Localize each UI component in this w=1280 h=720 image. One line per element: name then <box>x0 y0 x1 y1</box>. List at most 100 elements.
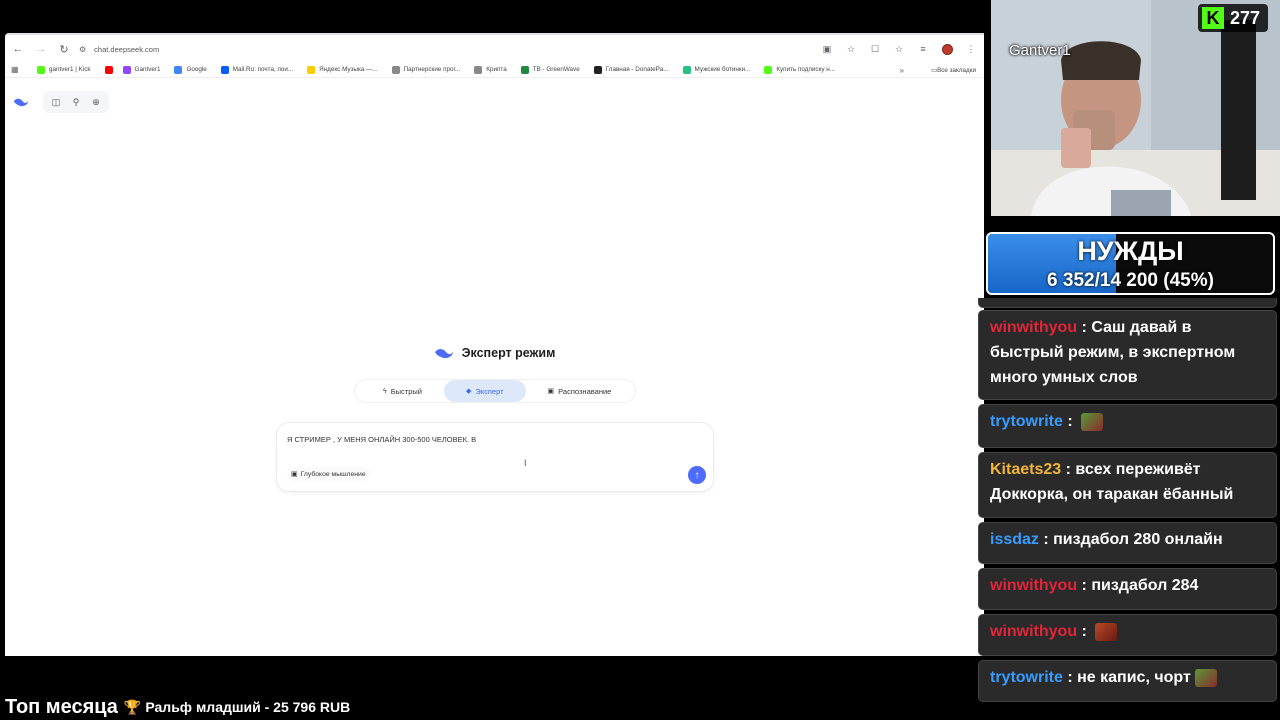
chat-feed: winwithyou : Саш давай в быстрый режим, … <box>978 298 1280 720</box>
ticker-title: Топ месяца <box>5 695 118 718</box>
deepseek-toolbar: ◫ ⚲ ⊕ <box>13 91 109 113</box>
bookmark-item[interactable]: Mail.Ru: почта, пои... <box>220 65 293 74</box>
tab-strip <box>5 33 984 35</box>
mode-selector: ϟ Быстрый ◆ Эксперт ▣ Распознавание <box>354 379 636 403</box>
bookmark-favicon-icon <box>520 65 529 74</box>
all-bookmarks-button[interactable]: ▭ Все закладки <box>931 62 976 78</box>
bookmark-star-icon[interactable]: ☆ <box>842 40 860 58</box>
chat-username[interactable]: Kitaets23 <box>990 461 1061 478</box>
bookmark-label: gantver1 | Kick <box>49 66 91 73</box>
chat-message-partial <box>978 298 1277 308</box>
bookmark-favicon-icon <box>593 65 602 74</box>
chat-message: issdaz : пиздабол 280 онлайн <box>978 522 1277 564</box>
chat-username[interactable]: trytowrite <box>990 413 1063 430</box>
site-info-icon[interactable]: ⚙ <box>79 45 86 54</box>
bookmark-item[interactable]: Главная - DonatePa... <box>593 65 669 74</box>
bookmark-label: Крипта <box>486 66 507 73</box>
extensions-icon[interactable]: ☐ <box>866 40 884 58</box>
chat-composer[interactable]: Я СТРИМЕР , У МЕНЯ ОНЛАЙН 300-500 ЧЕЛОВЕ… <box>277 423 713 491</box>
back-icon[interactable]: ← <box>8 39 28 59</box>
chat-message: Kitaets23 : всех переживёт Доккорка, он … <box>978 452 1277 518</box>
bookmark-favicon-icon <box>220 65 229 74</box>
bookmark-item[interactable]: Партнерские прог... <box>391 65 461 74</box>
deep-thinking-button[interactable]: ▣ Глубокое мышление <box>287 467 370 481</box>
bookmark-label: Купить подписку н... <box>776 66 835 73</box>
webcam-overlay: Gantver1 K 277 <box>991 0 1280 216</box>
chat-separator: : <box>1038 531 1054 548</box>
bookmark-favicon-icon <box>307 65 316 74</box>
bookmark-item[interactable]: Google <box>174 65 207 74</box>
mode-recognition-button[interactable]: ▣ Распознавание <box>526 380 634 402</box>
bookmark-favicon-icon <box>37 65 45 74</box>
bookmark-item[interactable] <box>104 65 117 74</box>
reload-icon[interactable]: ↻ <box>54 39 74 59</box>
all-bookmarks-label: Все закладки <box>937 66 976 74</box>
bookmark-favicon-icon <box>391 65 400 74</box>
chat-username[interactable]: winwithyou <box>990 319 1077 336</box>
bookmark-label: TB - GreenWave <box>532 66 580 73</box>
face-emote-icon <box>1095 622 1118 641</box>
pepe-emote-icon <box>1081 412 1104 431</box>
viewer-badge: K 277 <box>1197 4 1268 32</box>
address-bar[interactable]: ⚙ chat.deepseek.com <box>73 39 873 59</box>
chat-message: winwithyou : пиздабол 284 <box>978 568 1277 610</box>
profile-avatar[interactable] <box>938 40 956 58</box>
mode-label: Эксперт <box>475 386 504 396</box>
chat-separator: : <box>1077 577 1092 594</box>
mode-fast-button[interactable]: ϟ Быстрый <box>361 380 444 402</box>
chat-separator: : <box>1062 413 1078 430</box>
install-icon[interactable]: ▣ <box>818 40 836 58</box>
media-icon[interactable]: ≡ <box>914 40 932 58</box>
viewer-count: 277 <box>1229 7 1260 28</box>
bookmarks-bar: ▦ gantver1 | Kick Gantver1 Google Mail.Ru: … <box>5 62 984 78</box>
chat-username[interactable]: winwithyou <box>990 577 1077 594</box>
chat-username[interactable]: winwithyou <box>990 623 1077 640</box>
stream-screen: ← → ↻ ⚙ chat.deepseek.com ▣ ☆ ☐ ☆ ≡ ⋮ ▦ … <box>0 0 1280 720</box>
chat-message: trytowrite : не капис, чорт <box>978 660 1277 702</box>
new-chat-icon[interactable]: ⊕ <box>87 93 105 111</box>
bookmark-item[interactable]: Gantver1 <box>122 65 160 74</box>
apps-icon[interactable]: ▦ <box>11 65 25 74</box>
mode-expert-button[interactable]: ◆ Эксперт <box>443 380 526 402</box>
sidebar-toggle-icon[interactable]: ◫ <box>47 93 65 111</box>
bookmark-item[interactable]: Купить подписку н... <box>764 65 835 74</box>
bookmark-favicon-icon <box>122 65 131 74</box>
ticker-text: Ральф младший - 25 796 RUB <box>145 699 351 715</box>
send-button[interactable]: ↑ <box>688 466 706 484</box>
chat-message: winwithyou : Саш давай в быстрый режим, … <box>978 310 1277 400</box>
chat-separator: : <box>1062 669 1078 686</box>
star-icon[interactable]: ☆ <box>890 40 908 58</box>
toolbar: ← → ↻ ⚙ chat.deepseek.com ▣ ☆ ☐ ☆ ≡ ⋮ <box>5 37 984 61</box>
bookmark-favicon-icon <box>174 65 183 74</box>
bookmark-item[interactable]: Крипта <box>474 65 507 74</box>
bookmark-item[interactable]: Мужские ботинки... <box>682 65 751 74</box>
goal-title: НУЖДЫ <box>1077 236 1184 266</box>
bookmark-label: Мужские ботинки... <box>694 66 751 73</box>
menu-icon[interactable]: ⋮ <box>962 40 980 58</box>
page-title: Эксперт режим <box>461 346 556 360</box>
chat-username[interactable]: issdaz <box>990 531 1039 548</box>
arrow-up-icon: ↑ <box>694 469 700 481</box>
chat-message: winwithyou : <box>978 614 1277 656</box>
forward-icon[interactable]: → <box>31 39 51 59</box>
webcam-image <box>991 0 1280 216</box>
chat-username[interactable]: trytowrite <box>990 669 1063 686</box>
bookmark-label: Партнерские прог... <box>403 66 461 73</box>
url-text: chat.deepseek.com <box>94 44 160 54</box>
deepseek-whale-icon <box>434 349 453 359</box>
top-donor-ticker: Топ месяца 🏆 Ральф младший - 25 796 RUB <box>5 694 350 720</box>
chat-message: trytowrite : <box>978 404 1277 448</box>
chat-text: не капис, чорт <box>1077 669 1191 686</box>
search-icon[interactable]: ⚲ <box>67 93 85 111</box>
more-bookmarks-icon[interactable]: » <box>900 62 904 78</box>
deep-thinking-label: Глубокое мышление <box>300 470 366 478</box>
message-input[interactable]: Я СТРИМЕР , У МЕНЯ ОНЛАЙН 300-500 ЧЕЛОВЕ… <box>287 435 476 444</box>
deepseek-logo-icon[interactable] <box>13 96 29 108</box>
mode-label: Распознавание <box>558 386 612 396</box>
bookmark-item[interactable]: TB - GreenWave <box>520 65 580 74</box>
sidebar-tools: ◫ ⚲ ⊕ <box>43 91 109 113</box>
bookmark-item[interactable]: gantver1 | Kick <box>37 65 91 74</box>
bookmark-favicon-icon <box>682 65 691 74</box>
diamond-icon: ◆ <box>465 388 472 395</box>
bookmark-item[interactable]: Яндекс Музыка —... <box>307 65 378 74</box>
